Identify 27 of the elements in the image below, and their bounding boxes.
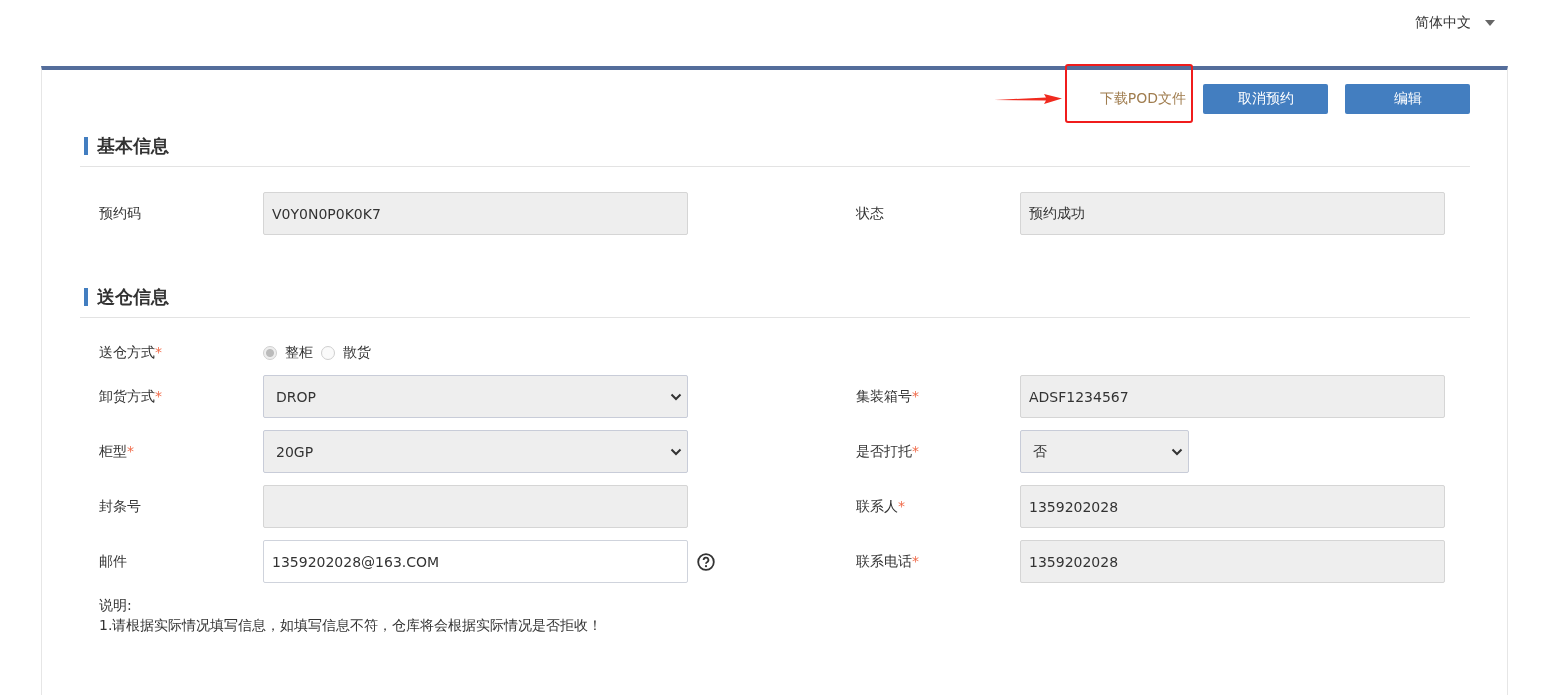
section-title: 基本信息 [97,134,169,158]
field-label: 邮件 [99,552,128,571]
chevron-icon [1171,447,1183,456]
caret-icon [1485,20,1495,26]
chevron-icon [670,447,682,456]
field-label: 封条号 [99,497,142,516]
notes-text: 1.请根据实际情况填写信息，如填写信息不符，仓库将会根据实际情况是否拒收！ [99,616,604,635]
field-label: 集装箱号* [856,387,920,406]
field-label: 预约码 [99,204,142,223]
chevron-icon [670,392,682,401]
download-link[interactable]: 下载POD文件 [1099,90,1186,106]
field-label: 是否打托* [856,442,920,461]
input-field[interactable]: 1359202028@163.COM [263,540,688,583]
language-selector[interactable]: 简体中文 [1415,14,1495,32]
field-label: 柜型* [99,442,135,461]
field-label: 联系人* [856,497,906,516]
section-title: 送仓信息 [97,285,169,309]
field-label: 联系电话* [856,552,920,571]
action-button[interactable]: 取消预约 [1203,84,1328,114]
field-label: 送仓方式* [99,344,163,362]
section-marker [84,137,88,155]
help-icon[interactable] [697,552,715,571]
notes-title: 说明: [99,596,133,615]
field-label: 状态 [856,204,885,223]
section-marker [84,288,88,306]
field-label: 卸货方式* [99,387,163,406]
action-button[interactable]: 编辑 [1345,84,1470,114]
